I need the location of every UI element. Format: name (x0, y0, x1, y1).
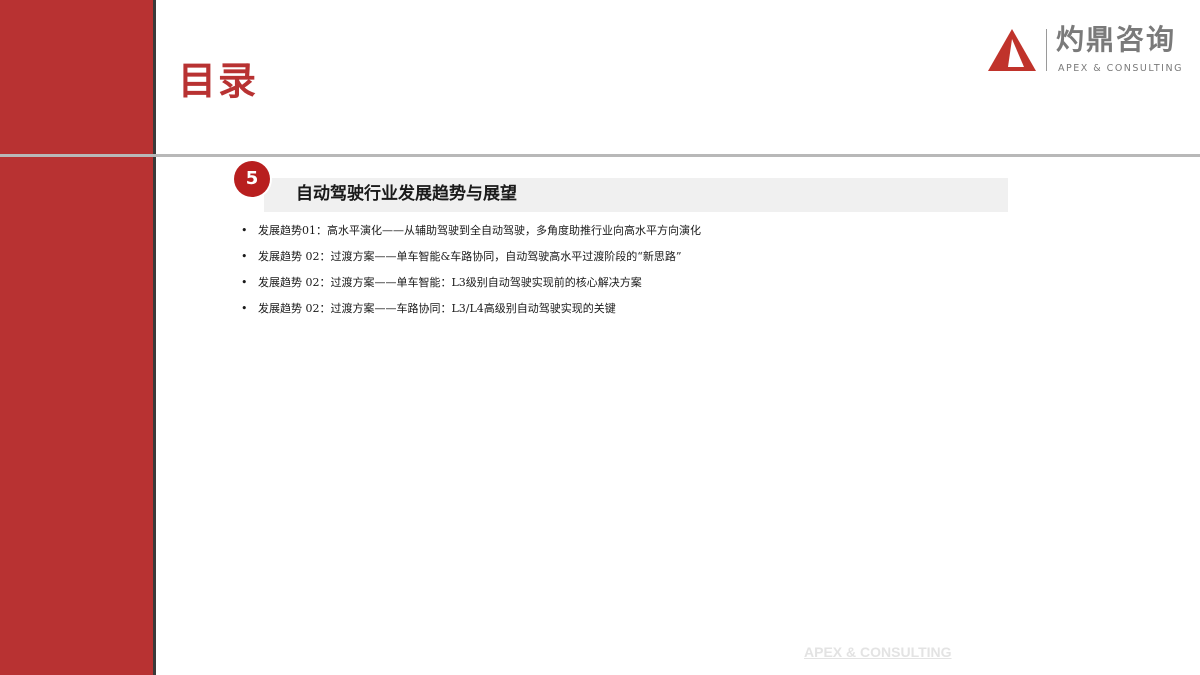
bullet-icon: • (241, 302, 248, 315)
bullet-icon: • (241, 224, 248, 237)
section-title: 自动驾驶行业发展趋势与展望 (296, 184, 517, 204)
left-accent-band (0, 0, 153, 675)
list-item: • 发展趋势01：高水平演化——从辅助驾驶到全自动驾驶，多角度助推行业向高水平方… (240, 222, 701, 248)
section-number-badge: 5 (234, 161, 270, 197)
page-title: 目录 (178, 59, 259, 103)
header-divider (0, 154, 1200, 157)
list-item-text: 发展趋势 02：过渡方案——车路协同：L3/L4高级别自动驾驶实现的关键 (258, 302, 616, 315)
section-number: 5 (245, 168, 259, 189)
list-item-text: 发展趋势 02：过渡方案——单车智能&车路协同，自动驾驶高水平过渡阶段的“新思路… (258, 250, 682, 263)
triangle-logo-icon (988, 29, 1036, 71)
logo-name-en: APEX & CONSULTING (1058, 63, 1183, 74)
logo-name-cn: 灼鼎咨询 (1056, 23, 1177, 56)
list-item-text: 发展趋势 02：过渡方案——单车智能：L3级别自动驾驶实现前的核心解决方案 (258, 276, 642, 289)
left-band-edge (153, 0, 156, 675)
company-logo: 灼鼎咨询 APEX & CONSULTING (986, 23, 1186, 77)
list-item: • 发展趋势 02：过渡方案——单车智能&车路协同，自动驾驶高水平过渡阶段的“新… (240, 248, 701, 274)
list-item: • 发展趋势 02：过渡方案——车路协同：L3/L4高级别自动驾驶实现的关键 (240, 300, 701, 326)
bullet-icon: • (241, 250, 248, 263)
bullet-icon: • (241, 276, 248, 289)
list-item-text: 发展趋势01：高水平演化——从辅助驾驶到全自动驾驶，多角度助推行业向高水平方向演… (258, 224, 701, 237)
list-item: • 发展趋势 02：过渡方案——单车智能：L3级别自动驾驶实现前的核心解决方案 (240, 274, 701, 300)
footer-watermark: APEX & CONSULTING (804, 644, 952, 660)
trend-list: • 发展趋势01：高水平演化——从辅助驾驶到全自动驾驶，多角度助推行业向高水平方… (240, 222, 701, 326)
logo-divider (1046, 29, 1047, 71)
